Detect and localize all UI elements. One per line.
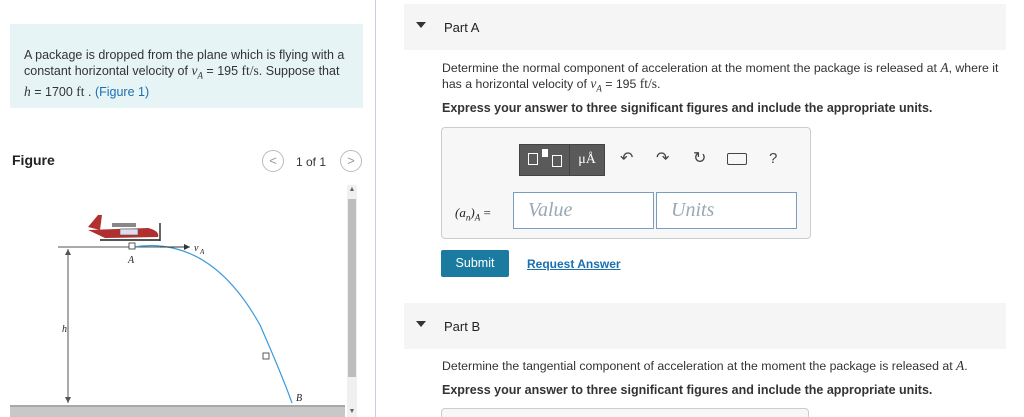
height-unit: ft bbox=[76, 83, 85, 99]
redo-icon[interactable]: ↷ bbox=[656, 150, 669, 168]
figure-link[interactable]: (Figure 1) bbox=[95, 85, 149, 99]
part-a-header[interactable]: Part A bbox=[404, 4, 1006, 50]
problem-text-2: . Suppose that bbox=[258, 64, 340, 78]
part-a-instructions: Express your answer to three significant… bbox=[442, 101, 933, 115]
next-figure-button[interactable]: > bbox=[340, 150, 362, 172]
point-b-label: B bbox=[296, 393, 302, 404]
scroll-down-arrow-icon[interactable]: ▼ bbox=[348, 407, 356, 417]
figure-title: Figure bbox=[12, 152, 55, 168]
figure-scrollbar[interactable]: ▲ ▼ bbox=[347, 185, 357, 417]
units-input[interactable]: Units bbox=[656, 192, 797, 229]
answer-label-equals: = bbox=[480, 205, 491, 220]
package-mid-flight bbox=[262, 352, 270, 360]
collapse-caret-icon[interactable] bbox=[416, 22, 426, 28]
part-a-title: Part A bbox=[444, 20, 480, 35]
units-button[interactable]: μÅ bbox=[569, 144, 605, 176]
question-text: Determine the normal component of accele… bbox=[442, 61, 941, 75]
figure-image: h A v A B bbox=[10, 185, 345, 417]
velocity-value: = 195 bbox=[202, 64, 242, 78]
height-value: = 1700 bbox=[30, 84, 77, 99]
question-end: . bbox=[964, 359, 968, 373]
figure-pager-count: 1 of 1 bbox=[296, 155, 327, 169]
submit-button[interactable]: Submit bbox=[441, 250, 509, 277]
projectile-diagram: h A v A B bbox=[10, 215, 345, 417]
height-label: h bbox=[62, 324, 67, 335]
question-end: . bbox=[657, 77, 661, 91]
answer-box: μÅ ↶ ↷ ↻ ? (an)A = Value Units bbox=[441, 127, 811, 239]
reset-icon[interactable]: ↻ bbox=[693, 150, 706, 168]
answer-label-text: (a bbox=[455, 205, 466, 220]
velocity-value: = 195 bbox=[601, 77, 640, 91]
package-at-a bbox=[128, 242, 136, 250]
value-input[interactable]: Value bbox=[513, 192, 654, 229]
part-a-question: Determine the normal component of accele… bbox=[442, 60, 1017, 96]
airplane-icon bbox=[88, 215, 161, 241]
height-symbol: h bbox=[24, 83, 31, 99]
help-icon[interactable]: ? bbox=[769, 150, 777, 168]
collapse-caret-icon[interactable] bbox=[416, 321, 426, 327]
part-b-header[interactable]: Part B bbox=[404, 303, 1006, 349]
velocity-label: v bbox=[194, 243, 199, 254]
velocity-label-subscript: A bbox=[199, 248, 205, 256]
scroll-thumb[interactable] bbox=[348, 199, 356, 377]
velocity-unit: ft/s bbox=[241, 63, 259, 78]
answer-label: (an)A = bbox=[455, 205, 491, 223]
undo-icon[interactable]: ↶ bbox=[620, 150, 633, 168]
problem-pane: A package is dropped from the plane whic… bbox=[0, 0, 376, 417]
problem-statement: A package is dropped from the plane whic… bbox=[10, 24, 363, 108]
scroll-up-arrow-icon[interactable]: ▲ bbox=[348, 185, 356, 195]
part-b-question: Determine the tangential component of ac… bbox=[442, 358, 1017, 374]
figure-header: Figure < 1 of 1 > bbox=[10, 150, 365, 172]
part-b-instructions: Express your answer to three significant… bbox=[442, 383, 933, 397]
templates-button[interactable] bbox=[519, 144, 571, 176]
request-answer-link[interactable]: Request Answer bbox=[527, 257, 621, 271]
question-text: Determine the tangential component of ac… bbox=[442, 359, 957, 373]
point-symbol: A bbox=[940, 60, 949, 75]
keyboard-icon[interactable] bbox=[727, 153, 747, 165]
previous-figure-button[interactable]: < bbox=[262, 150, 284, 172]
part-b-title: Part B bbox=[444, 319, 481, 334]
trajectory-curve bbox=[132, 245, 293, 404]
point-a-label: A bbox=[127, 255, 135, 266]
part-b-answer-box bbox=[441, 408, 809, 417]
ground bbox=[10, 405, 345, 417]
problem-text-3: . bbox=[84, 84, 95, 99]
velocity-unit: ft/s bbox=[639, 76, 658, 91]
